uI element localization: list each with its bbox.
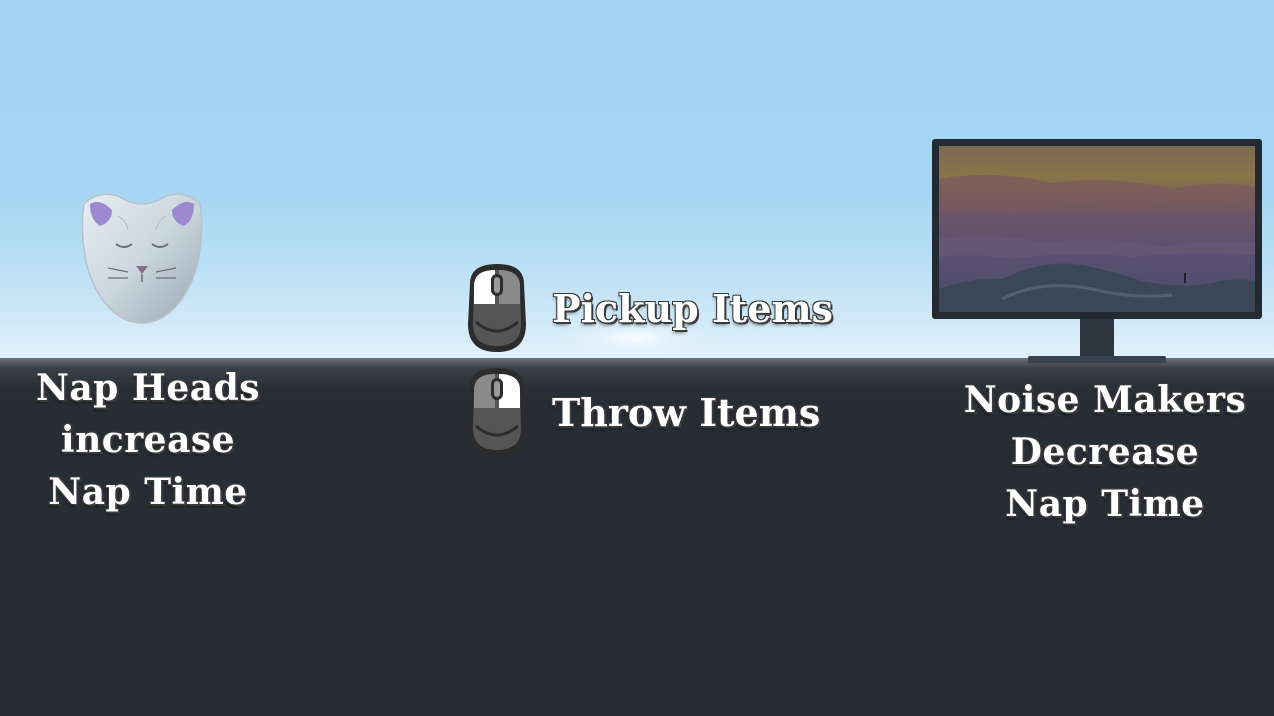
control-throw-items: Throw Items: [462, 366, 820, 458]
nap-head-mask-icon: [81, 193, 203, 324]
throw-items-label: Throw Items: [552, 389, 821, 435]
nap-heads-line-1: Nap Heads: [35, 367, 261, 409]
noise-makers-line-2: Decrease: [1010, 431, 1200, 473]
nap-heads-line-3: Nap Time: [48, 471, 248, 513]
noise-makers-label: Noise Makers Decrease Nap Time: [948, 374, 1262, 530]
monitor-noise-maker-icon: [932, 139, 1262, 363]
control-pickup-items: Pickup Items: [462, 262, 833, 354]
noise-makers-line-3: Nap Time: [1005, 483, 1205, 525]
pickup-items-label: Pickup Items: [552, 285, 834, 331]
mouse-left-click-icon: [468, 264, 526, 352]
nap-heads-line-2: increase: [60, 419, 236, 461]
nap-heads-label: Nap Heads increase Nap Time: [20, 362, 276, 518]
noise-makers-line-1: Noise Makers: [963, 379, 1247, 421]
mouse-right-click-icon: [468, 368, 526, 456]
